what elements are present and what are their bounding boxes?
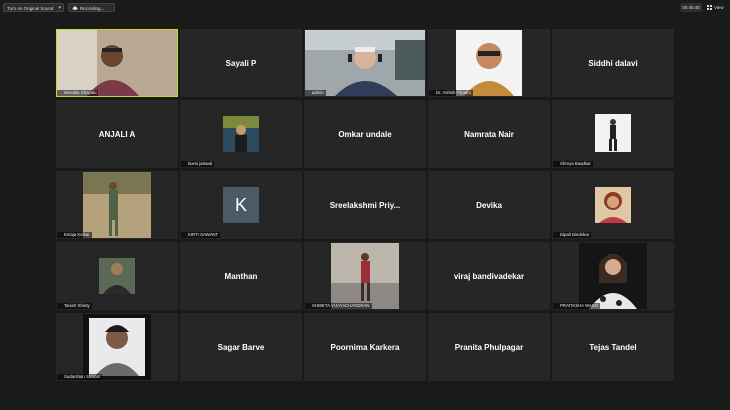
- mic-muted-icon: [305, 161, 311, 167]
- mic-muted-icon: [305, 232, 311, 238]
- participant-tile[interactable]: laxmi jaiswal: [180, 100, 302, 168]
- original-sound-button[interactable]: Turn on Original Sound ▾: [3, 3, 64, 12]
- participant-tile[interactable]: Sudarshan Sawant: [56, 313, 178, 381]
- participant-name: Sreelakshmi Priy...: [329, 200, 401, 210]
- profile-photo: [595, 187, 631, 223]
- participant-tile[interactable]: K KIRTI SAWANT: [180, 171, 302, 239]
- profile-photo: [99, 258, 135, 294]
- participant-name: Tejas Tandel: [589, 342, 637, 352]
- mic-muted-icon: [57, 232, 63, 238]
- participant-tile[interactable]: Pranita Phulpagar: [428, 313, 550, 381]
- participant-tile[interactable]: ANJALI A: [56, 100, 178, 168]
- participant-tile[interactable]: Shreya Baadkar: [552, 100, 674, 168]
- mic-muted-icon: [181, 303, 187, 309]
- participant-tile[interactable]: Devika: [428, 171, 550, 239]
- mic-muted-icon: [57, 303, 63, 309]
- recording-indicator[interactable]: Recording...: [68, 3, 115, 12]
- mic-muted-icon: [553, 374, 559, 380]
- participant-tile[interactable]: Dr. Ashish Tripathi: [428, 29, 550, 97]
- participant-name: Sagar Barve: [217, 342, 265, 352]
- recording-label: Recording...: [80, 6, 105, 11]
- mic-muted-icon: [429, 161, 435, 167]
- mic-muted-icon: [305, 374, 311, 380]
- participant-tile[interactable]: Tanish Shetty: [56, 242, 178, 310]
- view-button[interactable]: View: [706, 3, 728, 12]
- mic-muted-icon: [305, 303, 311, 309]
- profile-photo: [331, 243, 399, 309]
- participant-name: Sayali P: [225, 58, 257, 68]
- participant-name: viraj bandivadekar: [453, 271, 525, 281]
- participant-tile[interactable]: Nivedita Dhayalu: [56, 29, 178, 97]
- mic-muted-icon: [429, 303, 435, 309]
- participant-tile[interactable]: Dipali Dindekar: [552, 171, 674, 239]
- participant-name: Omkar undale: [338, 129, 392, 139]
- mic-muted-icon: [181, 374, 187, 380]
- profile-photo: [579, 243, 647, 309]
- participant-tile[interactable]: Sayali P: [180, 29, 302, 97]
- mic-muted-icon: [553, 90, 559, 96]
- mic-muted-icon: [57, 161, 63, 167]
- participant-name: Pranita Phulpagar: [454, 342, 524, 352]
- participant-tile[interactable]: Namrata Nair: [428, 100, 550, 168]
- participant-video: [57, 30, 177, 96]
- participant-name: ANJALI A: [98, 129, 136, 139]
- participant-label: Sudarshan Sawant: [57, 374, 103, 380]
- mic-muted-icon: [429, 374, 435, 380]
- participant-video: [456, 30, 522, 96]
- participant-tile[interactable]: Sreelakshmi Priy...: [304, 171, 426, 239]
- mic-muted-icon: [429, 232, 435, 238]
- mic-muted-icon: [553, 161, 559, 167]
- view-label: View: [714, 5, 724, 10]
- participant-tile[interactable]: Ketaja Kelkar: [56, 171, 178, 239]
- original-sound-label: Turn on Original Sound: [7, 6, 54, 11]
- meeting-top-bar: Turn on Original Sound ▾ Recording... 00…: [0, 0, 730, 14]
- participant-tile[interactable]: Poornima Karkera: [304, 313, 426, 381]
- participant-label: SHWETA VIJAYACHANDRAN: [305, 303, 372, 309]
- participant-label: Dr. Ashish Tripathi: [429, 90, 473, 96]
- profile-photo: [83, 314, 151, 380]
- participant-name: Namrata Nair: [464, 129, 514, 139]
- mic-muted-icon: [57, 374, 63, 380]
- mic-muted-icon: [553, 232, 559, 238]
- meeting-timer: 00:45:48: [680, 3, 702, 12]
- mic-muted-icon: [429, 90, 435, 96]
- participant-tile[interactable]: PRATIKSHA WAGH: [552, 242, 674, 310]
- participant-tile[interactable]: Tejas Tandel: [552, 313, 674, 381]
- mic-muted-icon: [553, 303, 559, 309]
- participant-tile[interactable]: viraj bandivadekar: [428, 242, 550, 310]
- profile-photo: [595, 114, 631, 152]
- mic-muted-icon: [181, 90, 187, 96]
- grid-view-icon: [707, 5, 712, 10]
- participant-tile[interactable]: SHWETA VIJAYACHANDRAN: [304, 242, 426, 310]
- participant-name: Devika: [476, 200, 502, 210]
- mic-muted-icon: [181, 232, 187, 238]
- participant-name: Manthan: [224, 271, 258, 281]
- profile-photo: [223, 116, 259, 152]
- avatar: K: [223, 187, 259, 223]
- participant-name: Siddhi dalavi: [588, 58, 638, 68]
- participant-tile[interactable]: Manthan: [180, 242, 302, 310]
- chevron-down-icon[interactable]: ▾: [58, 4, 61, 13]
- participant-tile[interactable]: admin: [304, 29, 426, 97]
- participant-tile[interactable]: Sagar Barve: [180, 313, 302, 381]
- participant-label: Nivedita Dhayalu: [57, 90, 99, 96]
- participant-name: Poornima Karkera: [330, 342, 400, 352]
- participant-video: [305, 30, 425, 96]
- participant-tile[interactable]: Siddhi dalavi: [552, 29, 674, 97]
- mic-muted-icon: [305, 90, 311, 96]
- profile-photo: [83, 172, 151, 238]
- mic-muted-icon: [181, 161, 187, 167]
- participant-label: PRATIKSHA WAGH: [553, 303, 601, 309]
- mic-muted-icon: [57, 90, 63, 96]
- participant-tile[interactable]: Omkar undale: [304, 100, 426, 168]
- cloud-recording-icon: [72, 6, 78, 10]
